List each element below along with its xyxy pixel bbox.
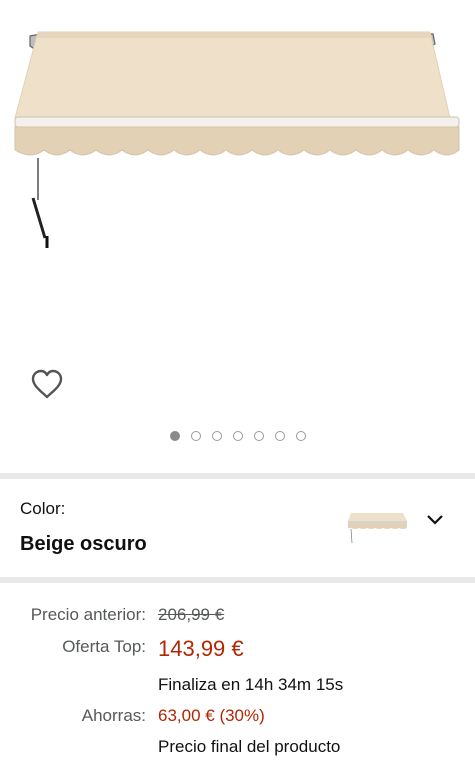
selected-color: Beige oscuro: [20, 533, 147, 555]
color-swatch-thumbnail[interactable]: [345, 507, 409, 547]
product-image[interactable]: [0, 0, 475, 260]
savings-label: Ahorras:: [81, 706, 146, 725]
carousel-dot[interactable]: [295, 431, 306, 441]
deal-countdown: Finaliza en 14h 34m 15s: [158, 675, 344, 694]
carousel-dot[interactable]: [169, 431, 180, 441]
previous-price: 206,99 €: [158, 605, 225, 624]
carousel-indicator: [0, 431, 475, 441]
deal-price: 143,99 €: [158, 636, 244, 661]
previous-price-label: Precio anterior:: [30, 605, 146, 624]
carousel-dot[interactable]: [274, 431, 285, 441]
heart-icon[interactable]: [30, 368, 64, 400]
deal-label: Oferta Top:: [62, 637, 146, 656]
product-image-gallery[interactable]: [0, 0, 475, 465]
color-label: Color:: [20, 499, 66, 518]
carousel-dot[interactable]: [211, 431, 222, 441]
carousel-dot[interactable]: [190, 431, 201, 441]
chevron-down-icon[interactable]: [425, 513, 445, 527]
carousel-dot[interactable]: [253, 431, 264, 441]
section-divider: [0, 577, 475, 583]
color-variation-selector[interactable]: Color: Beige oscuro: [0, 479, 475, 579]
savings-value: 63,00 € (30%): [158, 706, 265, 725]
final-price-note: Precio final del producto: [158, 737, 341, 756]
carousel-dot[interactable]: [232, 431, 243, 441]
